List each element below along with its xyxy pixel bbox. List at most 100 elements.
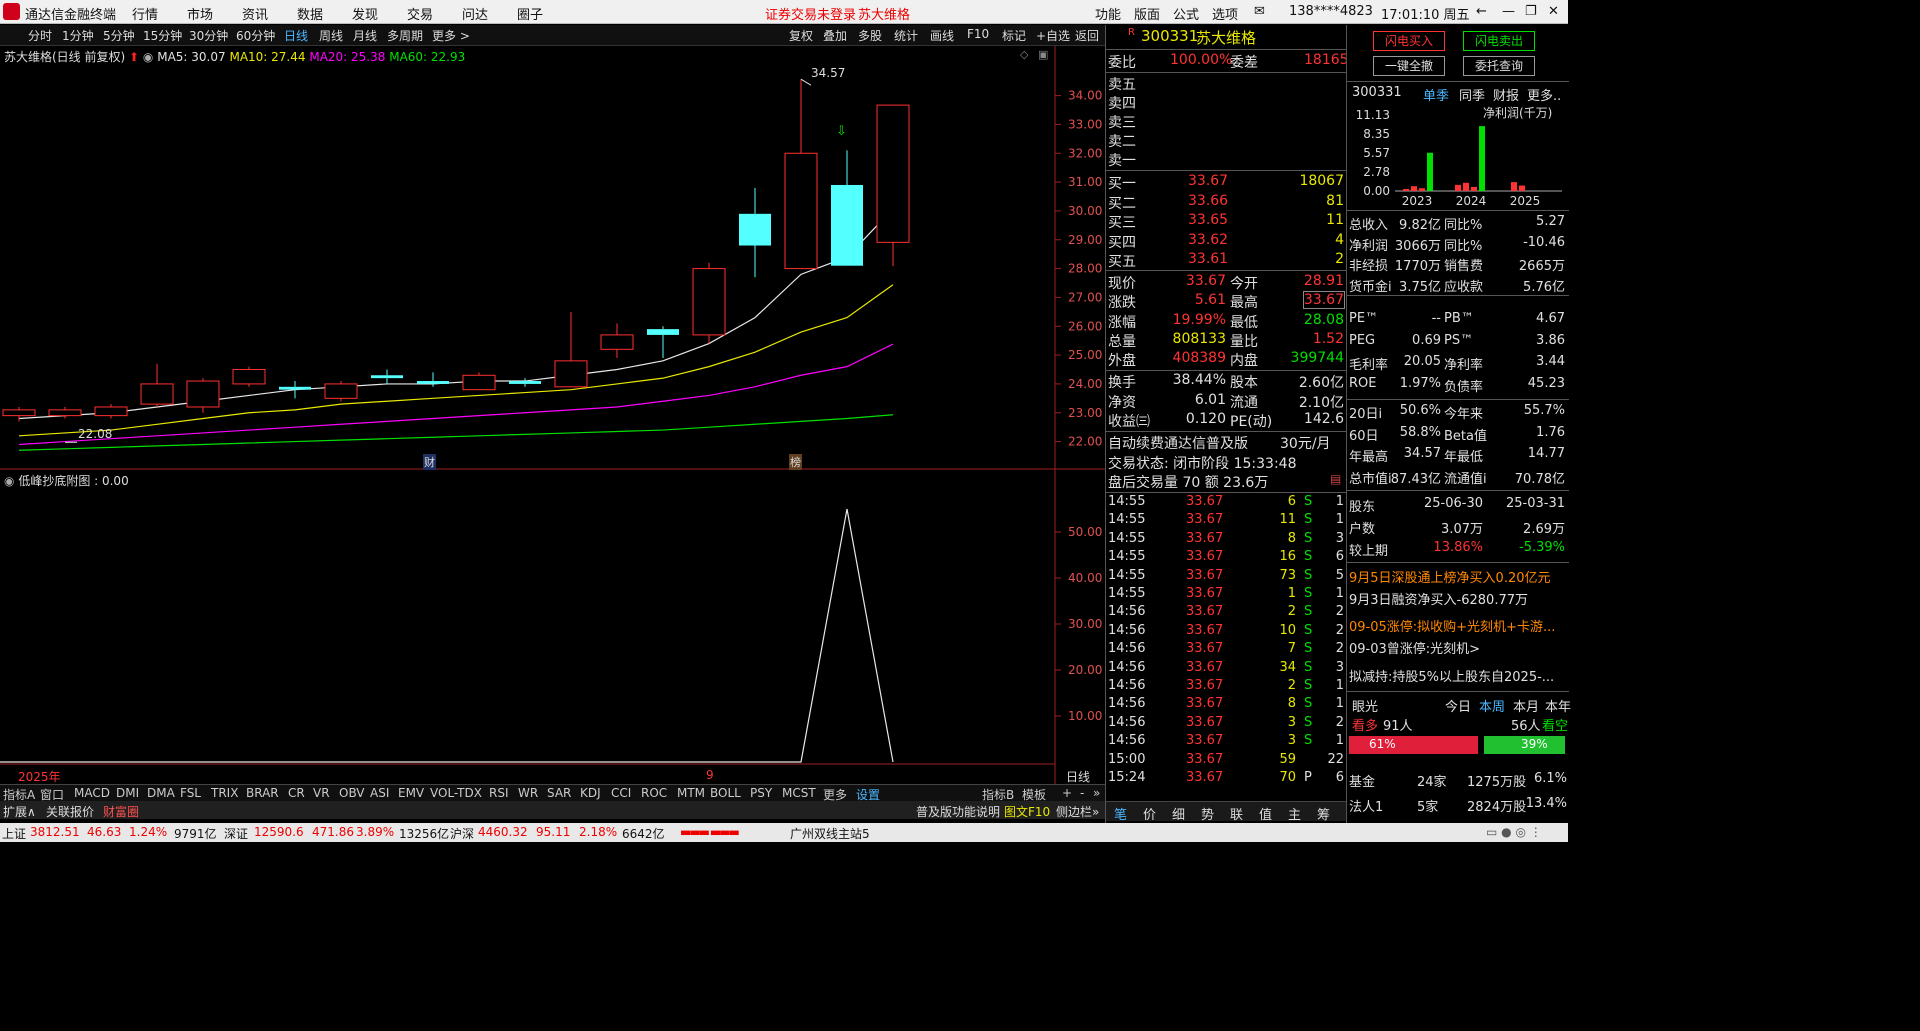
ask-level[interactable]: 卖四 xyxy=(1108,93,1344,112)
expand-button[interactable]: 扩展∧ xyxy=(3,803,36,820)
scroll-box-icon[interactable]: ▣ xyxy=(1038,48,1048,61)
menu-banmian[interactable]: 版面 xyxy=(1134,4,1160,23)
bid-level[interactable]: 买五 33.61 2 xyxy=(1108,251,1344,270)
menu-quanzi[interactable]: 圈子 xyxy=(517,4,543,23)
candle[interactable] xyxy=(876,104,910,267)
tab-macd[interactable]: MACD xyxy=(74,786,110,800)
tab-psy[interactable]: PSY xyxy=(750,786,772,800)
lock-icon[interactable]: ▤ xyxy=(1330,472,1341,486)
sub-settings-icon[interactable]: ◉ xyxy=(4,474,14,488)
quote-tab[interactable]: 价 xyxy=(1143,804,1156,823)
financial-marker[interactable]: 财 xyxy=(423,454,436,470)
ask-level[interactable]: 卖三 xyxy=(1108,112,1344,131)
menu-gongneng[interactable]: 功能 xyxy=(1095,4,1121,23)
settings-circle-icon[interactable]: ◉ xyxy=(143,50,153,64)
order-query-button[interactable]: 委托查询 xyxy=(1463,56,1535,76)
tab-trix[interactable]: TRIX xyxy=(211,786,238,800)
news-item[interactable]: 09-05涨停:拟收购+光刻机+卡游... xyxy=(1349,615,1567,635)
menu-gongshi[interactable]: 公式 xyxy=(1173,4,1199,23)
tab-cr[interactable]: CR xyxy=(288,786,305,800)
tab-vr[interactable]: VR xyxy=(313,786,330,800)
tab-cci[interactable]: CCI xyxy=(611,786,631,800)
feature-help-link[interactable]: 普及版功能说明 xyxy=(916,803,1000,820)
candle[interactable] xyxy=(462,372,496,391)
close-icon[interactable]: ✕ xyxy=(1548,4,1559,19)
period-daily[interactable]: 日线 xyxy=(284,27,308,44)
eye-tab-year[interactable]: 本年 xyxy=(1545,696,1571,715)
tab-same-quarter[interactable]: 同季 xyxy=(1459,85,1485,104)
restore-icon[interactable]: ❐ xyxy=(1525,4,1537,19)
tool-fuquan[interactable]: 复权 xyxy=(789,27,813,44)
kline-chart[interactable]: 34.00 33.00 32.00 31.00 30.00 29.00 28.00 27.00… xyxy=(0,46,1105,784)
tab-kdj[interactable]: KDJ xyxy=(580,786,601,800)
tab-fsl[interactable]: FSL xyxy=(180,786,201,800)
tab-obv[interactable]: OBV xyxy=(339,786,365,800)
flash-sell-button[interactable]: 闪电卖出 xyxy=(1463,31,1535,51)
tab-dmi[interactable]: DMI xyxy=(116,786,139,800)
period-fenshi[interactable]: 分时 xyxy=(28,27,52,44)
flash-buy-button[interactable]: 闪电买入 xyxy=(1373,31,1445,51)
back-arrow-icon[interactable]: ← xyxy=(1476,4,1487,19)
quote-tab[interactable]: 笔 xyxy=(1114,804,1127,823)
tool-huaxian[interactable]: 画线 xyxy=(930,27,954,44)
tool-diejia[interactable]: 叠加 xyxy=(823,27,847,44)
tool-duogu[interactable]: 多股 xyxy=(858,27,882,44)
bid-level[interactable]: 买三 33.65 11 xyxy=(1108,212,1344,231)
eye-tab-month[interactable]: 本月 xyxy=(1513,696,1539,715)
tab-boll[interactable]: BOLL xyxy=(710,786,741,800)
quote-tab[interactable]: 主 xyxy=(1288,804,1301,823)
minimize-icon[interactable]: — xyxy=(1502,4,1515,19)
tab-mtm[interactable]: MTM xyxy=(677,786,705,800)
tab-fin-more[interactable]: 更多.. xyxy=(1527,85,1561,104)
news-item[interactable]: 9月5日深股通上榜净买入0.20亿元 xyxy=(1349,566,1567,586)
tool-biaoji[interactable]: 标记 xyxy=(1002,27,1026,44)
period-5min[interactable]: 5分钟 xyxy=(103,27,135,44)
tab-asi[interactable]: ASI xyxy=(370,786,389,800)
mail-icon[interactable]: ✉ xyxy=(1254,4,1265,19)
tab-vol-tdx[interactable]: VOL-TDX xyxy=(430,786,482,800)
period-multi[interactable]: 多周期 xyxy=(387,27,423,44)
quote-tab[interactable]: 势 xyxy=(1201,804,1214,823)
period-more[interactable]: 更多 > xyxy=(432,27,470,44)
eye-tab-week[interactable]: 本周 xyxy=(1479,696,1505,715)
period-1min[interactable]: 1分钟 xyxy=(62,27,94,44)
tab-wr[interactable]: WR xyxy=(518,786,538,800)
quote-tab[interactable]: 联 xyxy=(1230,804,1243,823)
candle[interactable] xyxy=(324,381,358,402)
menu-shichang[interactable]: 市场 xyxy=(187,4,213,23)
tool-f10[interactable]: F10 xyxy=(967,27,989,41)
news-item[interactable]: 09-03曾涨停:光刻机> xyxy=(1349,637,1567,657)
period-60min[interactable]: 60分钟 xyxy=(236,27,275,44)
menu-jiaoyi[interactable]: 交易 xyxy=(407,4,433,23)
period-30min[interactable]: 30分钟 xyxy=(189,27,228,44)
tab-dma[interactable]: DMA xyxy=(147,786,175,800)
f10-button[interactable]: 图文F10 xyxy=(1004,803,1050,820)
period-15min[interactable]: 15分钟 xyxy=(143,27,182,44)
tab-remove[interactable]: - xyxy=(1080,786,1084,800)
tool-tongji[interactable]: 统计 xyxy=(894,27,918,44)
sidebar-toggle[interactable]: 侧边栏» xyxy=(1056,803,1099,820)
news-item[interactable]: 拟减持:持股5%以上股东自2025-... xyxy=(1349,665,1567,685)
tab-sar[interactable]: SAR xyxy=(547,786,571,800)
tool-zixuan[interactable]: +自选 xyxy=(1036,27,1070,44)
quote-tab[interactable]: 细 xyxy=(1172,804,1185,823)
tab-expand[interactable]: » xyxy=(1093,786,1100,800)
tab-report[interactable]: 财报 xyxy=(1493,85,1519,104)
tab-brar[interactable]: BRAR xyxy=(246,786,279,800)
period-weekly[interactable]: 周线 xyxy=(319,27,343,44)
diamond-icon[interactable]: ◇ xyxy=(1020,48,1028,61)
menu-hangqing[interactable]: 行情 xyxy=(132,4,158,23)
news-item[interactable]: 9月3日融资净买入-6280.77万 xyxy=(1349,588,1567,608)
wealth-circle-button[interactable]: 财富圈 xyxy=(103,803,139,820)
menu-xuanxiang[interactable]: 选项 xyxy=(1212,4,1238,23)
tab-single-quarter[interactable]: 单季 xyxy=(1423,85,1449,104)
ask-level[interactable]: 卖二 xyxy=(1108,131,1344,150)
quote-tab[interactable]: 筹 xyxy=(1317,804,1330,823)
tool-back[interactable]: 返回 xyxy=(1075,27,1099,44)
menu-wenda[interactable]: 问达 xyxy=(462,4,488,23)
promo-row[interactable]: 自动续费通达信普及版 30元/月 xyxy=(1108,433,1344,452)
tab-emv[interactable]: EMV xyxy=(398,786,424,800)
ranking-marker[interactable]: 榜 xyxy=(789,454,802,470)
bid-level[interactable]: 买四 33.62 4 xyxy=(1108,232,1344,251)
tab-mcst[interactable]: MCST xyxy=(782,786,816,800)
